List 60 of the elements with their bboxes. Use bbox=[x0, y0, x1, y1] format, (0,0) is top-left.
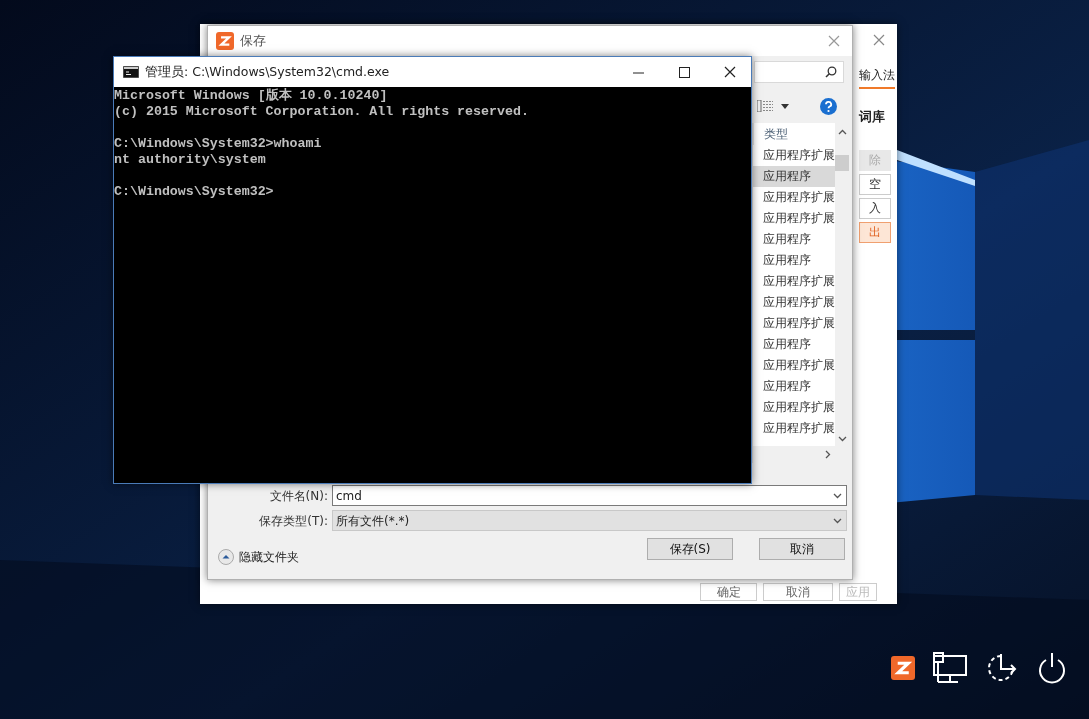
field-label: 文件名(N): bbox=[268, 487, 329, 505]
list-item[interactable]: 应用程序扩展 bbox=[753, 355, 835, 376]
collapse-icon bbox=[218, 549, 234, 565]
list-item[interactable]: 应用程序 bbox=[753, 166, 835, 187]
scrollbar-thumb[interactable] bbox=[835, 155, 849, 171]
close-icon bbox=[724, 66, 736, 78]
console-icon bbox=[123, 66, 139, 78]
scroll-up-icon bbox=[837, 129, 847, 135]
console-line: nt authority\system bbox=[114, 152, 267, 168]
field-label: 保存类型(T): bbox=[258, 512, 329, 530]
list-item[interactable]: 应用程序 bbox=[753, 334, 835, 355]
file-name-field[interactable]: cmd bbox=[332, 485, 847, 506]
hide-folders-toggle[interactable]: 隐藏文件夹 bbox=[218, 548, 299, 566]
dropdown-chevron-icon bbox=[833, 517, 842, 524]
scroll-right-icon bbox=[825, 450, 831, 459]
list-item[interactable]: 应用程序扩展 bbox=[753, 208, 835, 229]
list-item[interactable]: 应用程序扩展 bbox=[753, 187, 835, 208]
list-item[interactable]: 应用程序扩展 bbox=[753, 271, 835, 292]
scroll-down-icon bbox=[837, 436, 847, 442]
close-icon bbox=[873, 34, 885, 46]
power-icon[interactable] bbox=[1037, 652, 1067, 684]
list-item[interactable]: 应用程序 bbox=[753, 229, 835, 250]
help-icon[interactable] bbox=[820, 97, 837, 115]
window-title: 保存 bbox=[240, 31, 266, 50]
list-item[interactable]: 应用程序扩展 bbox=[753, 418, 835, 439]
side-button[interactable]: 空 bbox=[859, 173, 891, 195]
maximize-icon bbox=[678, 66, 690, 78]
list-item[interactable]: 应用程序扩展 bbox=[753, 292, 835, 313]
console-line: Microsoft Windows [版本 10.0.10240] bbox=[114, 88, 389, 104]
save-button[interactable]: 保存(S) bbox=[647, 538, 733, 560]
console-line: C:\Windows\System32>whoami bbox=[114, 136, 323, 152]
network-icon[interactable] bbox=[933, 652, 967, 684]
restart-icon[interactable] bbox=[985, 652, 1019, 684]
app-logo-icon bbox=[216, 32, 234, 50]
footer-button[interactable]: 确定 bbox=[700, 583, 757, 601]
section-title: 词库 bbox=[859, 108, 885, 126]
list-item[interactable]: 应用程序 bbox=[753, 376, 835, 397]
search-icon bbox=[825, 66, 837, 78]
list-item[interactable]: 应用程序扩展 bbox=[753, 397, 835, 418]
console-line: C:\Windows\System32> bbox=[114, 184, 275, 200]
file-type-dropdown[interactable]: 所有文件(*.*) bbox=[332, 510, 847, 531]
tab[interactable]: 输入法 bbox=[859, 56, 895, 89]
close-icon bbox=[828, 35, 840, 47]
window-title: 管理员: C:\Windows\System32\cmd.exe bbox=[145, 62, 390, 81]
horizontal-scrollbar[interactable] bbox=[753, 446, 849, 463]
view-list-icon bbox=[757, 100, 773, 112]
dropdown-chevron-icon bbox=[833, 492, 842, 499]
search-field[interactable] bbox=[754, 61, 844, 83]
list-item[interactable]: 应用程序扩展 bbox=[753, 145, 835, 166]
field-value: cmd bbox=[336, 487, 362, 505]
caret-icon bbox=[781, 103, 789, 109]
console-line: (c) 2015 Microsoft Corporation. All rights reserved. bbox=[114, 104, 530, 120]
view-button[interactable] bbox=[757, 100, 789, 112]
app-logo-icon[interactable] bbox=[891, 656, 915, 680]
side-button[interactable]: 入 bbox=[859, 197, 891, 219]
list-item[interactable]: 应用程序扩展 bbox=[753, 313, 835, 334]
footer-button[interactable]: 取消 bbox=[763, 583, 833, 601]
field-value: 所有文件(*.*) bbox=[336, 512, 410, 530]
list-item[interactable]: 应用程序 bbox=[753, 250, 835, 271]
cancel-button[interactable]: 取消 bbox=[759, 538, 845, 560]
